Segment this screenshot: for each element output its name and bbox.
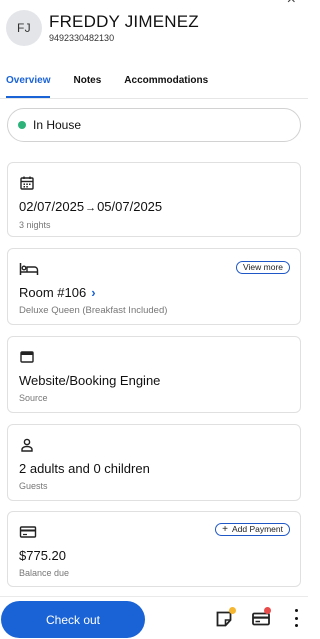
guest-phone: 9492330482130 [49, 33, 115, 43]
guest-info: FREDDY JIMENEZ 9492330482130 [49, 12, 199, 44]
arrow-icon: → [85, 202, 97, 214]
guest-header: FJ FREDDY JIMENEZ 9492330482130 [6, 8, 302, 48]
guests-count: 2 adults and 0 children [19, 461, 150, 476]
guest-name: FREDDY JIMENEZ [49, 12, 199, 31]
calendar-icon [20, 176, 34, 190]
check-in-date: 02/07/2025 [19, 199, 85, 214]
room-type: Deluxe Queen (Breakfast Included) [19, 305, 168, 316]
tab-notes[interactable]: Notes [73, 72, 101, 98]
tab-bar: Overview Notes Accommodations [6, 72, 308, 98]
balance-amount: $775.20 [19, 548, 66, 563]
payment-badge [264, 607, 271, 614]
guests-card: 2 adults and 0 children Guests [7, 424, 301, 501]
note-button[interactable] [215, 607, 236, 629]
room-card: View more Room #106 › Deluxe Queen (Break… [7, 248, 301, 325]
balance-label: Balance due [19, 568, 70, 578]
person-icon [21, 438, 33, 452]
credit-card-icon [19, 526, 37, 538]
close-icon[interactable]: × [287, 0, 296, 8]
source-card: Website/Booking Engine Source [7, 336, 301, 413]
note-badge [229, 607, 236, 614]
bed-icon [19, 263, 39, 275]
room-number: Room #106 [19, 285, 87, 300]
stay-dates: 02/07/2025→05/07/2025 [19, 199, 289, 216]
check-out-date: 05/07/2025 [97, 199, 163, 214]
view-more-button[interactable]: View more [236, 261, 290, 274]
tabs-divider [0, 98, 308, 99]
stay-dates-card: 02/07/2025→05/07/2025 3 nights [7, 162, 301, 237]
guests-label: Guests [19, 481, 48, 491]
browser-window-icon [20, 351, 34, 363]
status-selector[interactable]: In House [7, 108, 301, 142]
room-number-link[interactable]: Room #106 › [19, 285, 289, 301]
avatar-initials: FJ [17, 21, 31, 35]
balance-card: + Add Payment $775.20 Balance due [7, 511, 301, 587]
check-out-button[interactable]: Check out [1, 601, 145, 638]
tab-accommodations[interactable]: Accommodations [124, 72, 208, 98]
payment-button[interactable] [251, 607, 271, 629]
status-dot [18, 121, 26, 129]
avatar: FJ [6, 10, 42, 46]
bottom-action-bar: Check out [0, 596, 308, 639]
chevron-right-icon: › [91, 285, 96, 300]
status-label: In House [33, 118, 82, 132]
more-options-icon[interactable] [294, 609, 298, 627]
add-payment-button[interactable]: + Add Payment [215, 523, 290, 536]
tab-overview[interactable]: Overview [6, 72, 51, 98]
source-value: Website/Booking Engine [19, 373, 161, 388]
add-payment-label: Add Payment [231, 524, 283, 534]
nights-count: 3 nights [19, 220, 51, 230]
plus-icon: + [222, 524, 228, 535]
source-label: Source [19, 393, 48, 403]
